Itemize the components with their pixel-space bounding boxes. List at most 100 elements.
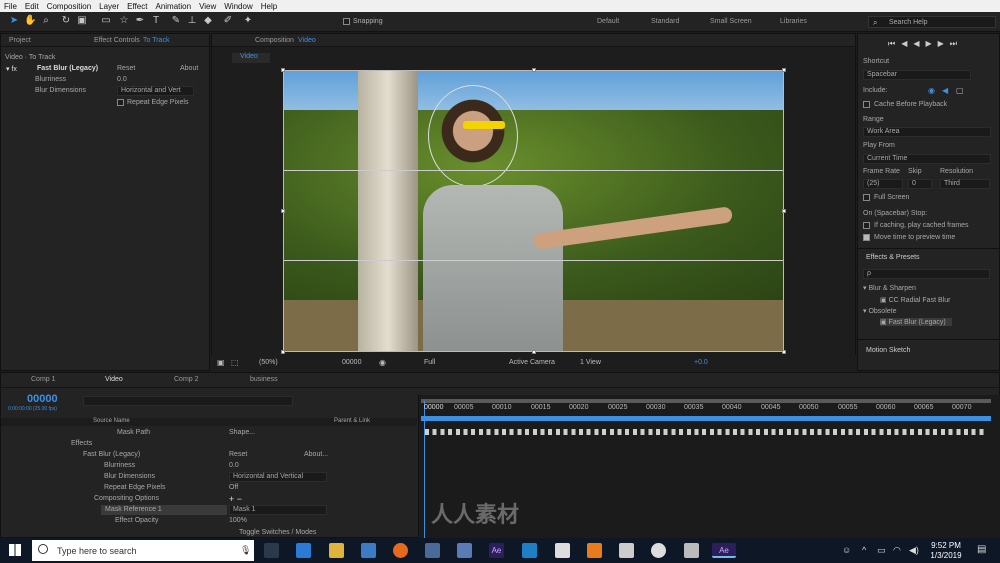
volume-icon[interactable]: ◀) — [909, 545, 919, 556]
layer-effect-opacity[interactable]: Effect Opacity — [115, 517, 158, 524]
tab-business[interactable]: business — [250, 376, 278, 383]
workspace-default[interactable]: Default — [597, 18, 619, 25]
type-tool-icon[interactable]: T — [150, 15, 162, 27]
tab-video[interactable]: Video — [105, 376, 123, 383]
work-area-bar[interactable] — [421, 399, 991, 403]
play-from-dropdown[interactable]: Current Time — [863, 154, 991, 164]
handle-mr[interactable] — [782, 209, 786, 213]
composition-tab-name[interactable]: Video — [298, 37, 316, 44]
include-audio-icon[interactable]: ◀ — [942, 86, 948, 95]
zoom-dropdown[interactable]: (50%) — [259, 359, 278, 366]
taskbar-search-box[interactable]: Type here to search 🎙 — [32, 540, 254, 561]
rotate-tool-icon[interactable]: ↻ — [60, 15, 72, 27]
windows-start-icon[interactable] — [9, 544, 21, 556]
wifi-icon[interactable]: ◠ — [893, 545, 901, 556]
hand-tool-icon[interactable]: ✋ — [24, 15, 36, 27]
after-effects-icon[interactable]: Ae — [489, 543, 504, 558]
tree-obsolete[interactable]: ▾ Obsolete — [863, 307, 897, 315]
menu-animation[interactable]: Animation — [155, 2, 191, 11]
composition-subtab[interactable]: Video — [232, 53, 270, 63]
resolution-dropdown[interactable]: Full — [424, 359, 435, 366]
task-view-icon[interactable] — [264, 543, 279, 558]
file-explorer-icon[interactable] — [329, 543, 344, 558]
roto-brush-icon[interactable]: ✐ — [222, 15, 234, 27]
layer-blur-dimensions[interactable]: Blur Dimensions — [104, 473, 155, 480]
layer-repeat-edge[interactable]: Repeat Edge Pixels — [104, 484, 165, 491]
composition-tab-label[interactable]: Composition — [255, 37, 294, 44]
clock-time[interactable]: 9:52 PM — [929, 541, 963, 550]
tree-fast-blur-legacy[interactable]: ▣ Fast Blur (Legacy) — [880, 318, 952, 326]
shield-app-icon[interactable] — [651, 543, 666, 558]
tab-to-track[interactable]: To Track — [143, 37, 169, 44]
workspace-standard[interactable]: Standard — [651, 18, 679, 25]
camera-dropdown[interactable]: Active Camera — [509, 359, 555, 366]
blurriness-value[interactable]: 0.0 — [117, 76, 127, 83]
zoom-tool-icon[interactable]: ⌕ — [40, 15, 52, 27]
app-icon[interactable] — [425, 543, 440, 558]
mask-ellipse[interactable] — [428, 85, 518, 187]
clock-date[interactable]: 1/3/2019 — [929, 551, 963, 560]
views-dropdown[interactable]: 1 View — [580, 359, 601, 366]
handle-bm[interactable] — [532, 350, 536, 354]
cache-before-playback-checkbox[interactable] — [863, 101, 870, 108]
blurriness-timeline-value[interactable]: 0.0 — [229, 462, 239, 469]
layer-effects[interactable]: Effects — [71, 440, 92, 447]
range-dropdown[interactable]: Work Area — [863, 127, 991, 137]
if-caching-checkbox[interactable] — [863, 222, 870, 229]
fast-blur-about[interactable]: About... — [304, 451, 328, 458]
skip-field[interactable]: 0 — [908, 179, 932, 189]
effects-search-field[interactable]: ρ — [863, 269, 990, 279]
exposure-value[interactable]: +0.0 — [694, 359, 708, 366]
tab-comp-1[interactable]: Comp 1 — [31, 376, 56, 383]
handle-tm[interactable] — [532, 68, 536, 72]
snapping-checkbox[interactable] — [343, 18, 350, 25]
repeat-edge-value[interactable]: Off — [229, 484, 238, 491]
tray-chevron-icon[interactable]: ^ — [862, 545, 866, 555]
mask-reference-dropdown[interactable]: Mask 1 — [229, 505, 327, 515]
tree-cc-radial-fast-blur[interactable]: ▣ CC Radial Fast Blur — [880, 296, 950, 304]
vlc-icon[interactable] — [587, 543, 602, 558]
effect-opacity-value[interactable]: 100% — [229, 517, 247, 524]
include-video-icon[interactable]: ◉ — [928, 86, 935, 95]
menu-file[interactable]: File — [4, 2, 17, 11]
frame-rate-dropdown[interactable]: (25) — [863, 179, 903, 189]
always-preview-icon[interactable]: ▣ — [217, 358, 225, 367]
resolution-dropdown-preview[interactable]: Third — [940, 179, 990, 189]
app-icon-3[interactable] — [684, 543, 699, 558]
timeline-timecode[interactable]: 00000 — [27, 393, 58, 405]
notepad-icon[interactable] — [619, 543, 634, 558]
edge-icon[interactable] — [296, 543, 311, 558]
layer-compositing-options[interactable]: Compositing Options — [94, 495, 159, 502]
snapshot-icon[interactable]: ◉ — [379, 358, 386, 367]
workspace-small-screen[interactable]: Small Screen — [710, 18, 752, 25]
pen-tool-icon[interactable]: ✒ — [134, 15, 146, 27]
fx-icon[interactable]: ▾ fx — [6, 65, 17, 73]
app-icon-2[interactable] — [522, 543, 537, 558]
selection-tool-icon[interactable]: ➤ — [8, 15, 20, 27]
menu-composition[interactable]: Composition — [47, 2, 91, 11]
camera-tool-icon[interactable]: ▣ — [76, 15, 88, 27]
3d-view-icon[interactable]: ⬚ — [231, 358, 239, 367]
save-app-icon[interactable] — [457, 543, 472, 558]
stamp-tool-icon[interactable]: ⊥ — [186, 15, 198, 27]
blur-dimensions-timeline-dropdown[interactable]: Horizontal and Vertical — [229, 472, 327, 482]
puppet-tool-icon[interactable]: ✦ — [242, 15, 254, 27]
layer-fast-blur[interactable]: Fast Blur (Legacy) — [83, 451, 140, 458]
menu-view[interactable]: View — [199, 2, 216, 11]
fast-blur-reset[interactable]: Reset — [229, 451, 247, 458]
move-time-checkbox[interactable] — [863, 234, 870, 241]
menu-window[interactable]: Window — [224, 2, 252, 11]
mask-path-value[interactable]: Shape... — [229, 429, 255, 436]
layer-blurriness[interactable]: Blurriness — [104, 462, 135, 469]
shortcut-dropdown[interactable]: Spacebar — [863, 70, 971, 80]
menu-edit[interactable]: Edit — [25, 2, 39, 11]
after-effects-active-icon[interactable]: Ae — [712, 543, 736, 558]
calculator-icon[interactable] — [555, 543, 570, 558]
people-icon[interactable]: ☺ — [842, 545, 851, 555]
keyframes-row[interactable] — [425, 429, 985, 435]
handle-bl[interactable] — [281, 350, 285, 354]
handle-tl[interactable] — [281, 68, 285, 72]
timeline-search-field[interactable] — [83, 396, 293, 406]
handle-br[interactable] — [782, 350, 786, 354]
reset-link[interactable]: Reset — [117, 65, 135, 72]
